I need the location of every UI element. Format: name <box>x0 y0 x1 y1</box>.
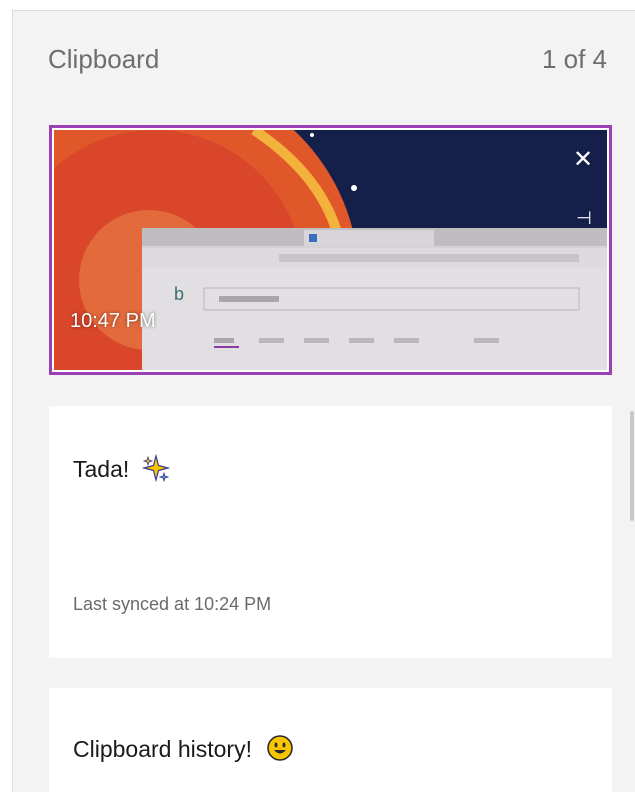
sparkles-icon <box>141 453 171 488</box>
item-timestamp: 10:47 PM <box>70 310 156 332</box>
clipboard-title: Clipboard <box>48 43 160 74</box>
clipboard-item-text[interactable]: Tada! Last synced at 10:24 PM <box>49 406 612 658</box>
clipboard-item-image[interactable]: b ✕ ⊣ 10:47 PM <box>49 125 612 375</box>
clipboard-header: Clipboard 1 of 4 <box>48 41 607 77</box>
clipboard-item-content: Clipboard history! <box>73 734 294 768</box>
item-text: Tada! <box>73 456 130 483</box>
screenshot-thumbnail: b ✕ ⊣ 10:47 PM <box>54 130 607 370</box>
smiley-icon <box>266 734 294 768</box>
item-counter: 1 of 4 <box>541 43 607 74</box>
close-icon[interactable]: ✕ <box>571 148 595 172</box>
clipboard-item-content: Tada! <box>73 453 171 488</box>
sync-status: Last synced at 10:24 PM <box>73 594 272 614</box>
pin-icon[interactable]: ⊣ <box>571 206 597 230</box>
scrollbar[interactable] <box>630 411 634 521</box>
clipboard-panel: Clipboard 1 of 4 b ✕ ⊣ 10:47 PM Tada! La… <box>12 10 635 803</box>
clipboard-item-text[interactable]: Clipboard history! <box>49 688 612 803</box>
item-text: Clipboard history! <box>73 736 252 763</box>
screenshot-image: b <box>54 130 607 370</box>
